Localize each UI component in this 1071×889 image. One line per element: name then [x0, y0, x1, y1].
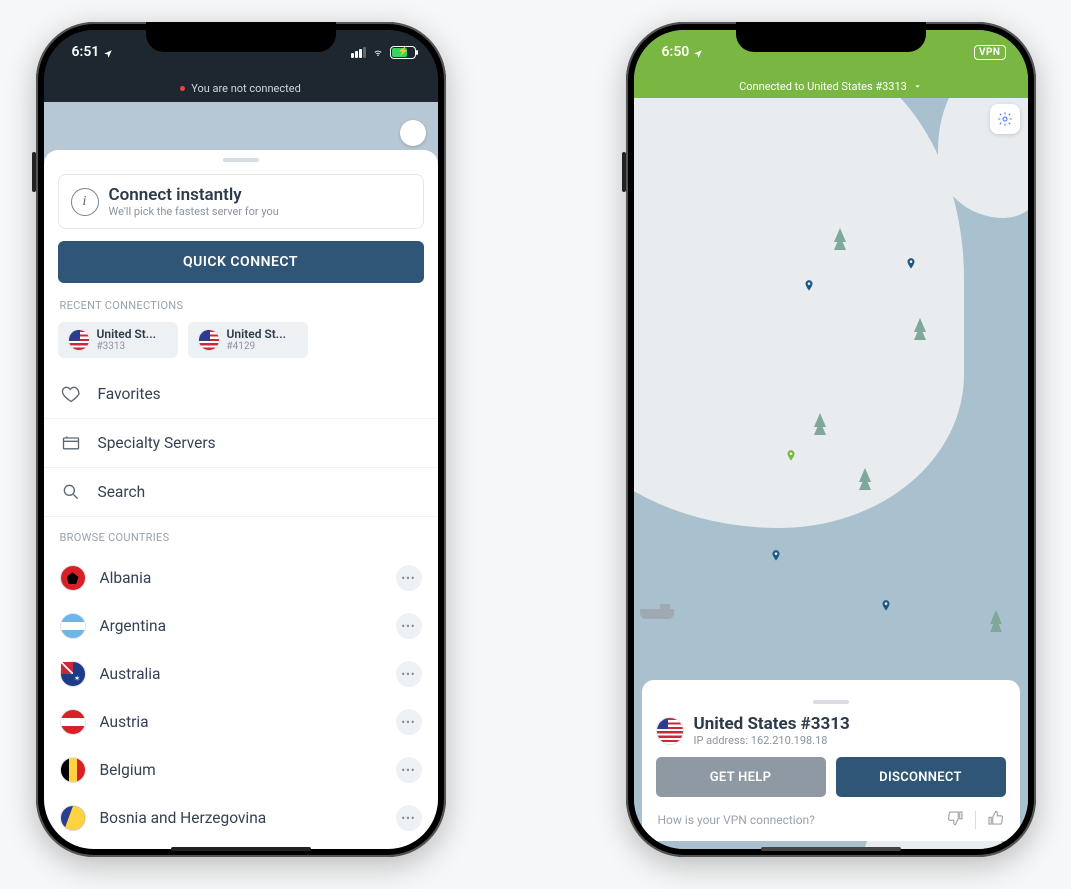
map-pin-active-icon[interactable]: [784, 448, 798, 462]
country-name: Belgium: [100, 761, 382, 779]
chevron-down-icon: [913, 82, 922, 91]
recent-heading: RECENT CONNECTIONS: [60, 299, 422, 312]
drag-handle[interactable]: [813, 700, 849, 704]
more-button[interactable]: •••: [396, 613, 422, 639]
phone-right: 6:50 VPN Connected to United States #331…: [626, 22, 1036, 857]
more-button[interactable]: •••: [396, 661, 422, 687]
more-button[interactable]: •••: [396, 757, 422, 783]
flag-al-icon: [60, 565, 86, 591]
country-name: Albania: [100, 569, 382, 587]
map-pin-icon[interactable]: [879, 598, 893, 612]
search-icon: [60, 481, 82, 503]
status-time: 6:50: [662, 44, 690, 60]
country-name: Bosnia and Herzegovina: [100, 809, 382, 827]
recent-chip[interactable]: United St...#4129: [188, 322, 308, 358]
connect-title: Connect instantly: [109, 185, 279, 205]
map-pin-icon[interactable]: [802, 278, 816, 292]
wifi-icon: [370, 46, 386, 58]
specialty-row[interactable]: Specialty Servers: [44, 419, 438, 468]
connection-status-banner: You are not connected: [44, 74, 438, 102]
settings-button[interactable]: [990, 104, 1020, 134]
connection-status-banner[interactable]: Connected to United States #3313: [634, 74, 1028, 98]
get-help-button[interactable]: GET HELP: [656, 757, 826, 797]
location-icon: [103, 47, 113, 57]
search-row[interactable]: Search: [44, 468, 438, 517]
more-button[interactable]: •••: [396, 805, 422, 831]
quick-connect-button[interactable]: QUICK CONNECT: [58, 241, 424, 283]
drag-handle[interactable]: [223, 158, 259, 162]
server-name: United States #3313: [694, 714, 850, 734]
bottom-sheet: i Connect instantly We'll pick the faste…: [44, 150, 438, 849]
vpn-badge: VPN: [974, 45, 1006, 60]
country-row[interactable]: Belgium •••: [44, 746, 438, 794]
status-time: 6:51: [72, 44, 100, 60]
info-icon: i: [71, 188, 99, 216]
browse-heading: BROWSE COUNTRIES: [60, 531, 422, 544]
map-pin-icon[interactable]: [769, 548, 783, 562]
favorites-row[interactable]: Favorites: [44, 370, 438, 419]
thumbs-down-button[interactable]: [947, 809, 965, 831]
battery-icon: ⚡: [390, 46, 416, 59]
flag-ar-icon: [60, 613, 86, 639]
recent-chip[interactable]: United St...#3313: [58, 322, 178, 358]
country-name: Australia: [100, 665, 382, 683]
connect-sub: We'll pick the fastest server for you: [109, 205, 279, 218]
folder-icon: [60, 432, 82, 454]
country-row[interactable]: Bosnia and Herzegovina •••: [44, 794, 438, 842]
country-row[interactable]: Austria •••: [44, 698, 438, 746]
country-name: Austria: [100, 713, 382, 731]
flag-au-icon: [60, 661, 86, 687]
connection-panel: United States #3313 IP address: 162.210.…: [642, 680, 1020, 841]
map-pin-icon[interactable]: [904, 256, 918, 270]
flag-at-icon: [60, 709, 86, 735]
flag-be-icon: [60, 757, 86, 783]
feedback-question: How is your VPN connection?: [658, 813, 815, 827]
flag-us-icon: [656, 717, 684, 745]
flag-ba-icon: [60, 805, 86, 831]
country-name: Argentina: [100, 617, 382, 635]
country-row[interactable]: Argentina •••: [44, 602, 438, 650]
more-button[interactable]: •••: [396, 565, 422, 591]
thumbs-up-button[interactable]: [986, 809, 1004, 831]
status-dot-icon: [180, 86, 185, 91]
heart-icon: [60, 383, 82, 405]
more-button[interactable]: •••: [396, 709, 422, 735]
server-ip: IP address: 162.210.198.18: [694, 734, 850, 747]
country-row[interactable]: Australia •••: [44, 650, 438, 698]
ship-icon: [640, 609, 674, 619]
flag-us-icon: [68, 329, 90, 351]
cellular-icon: [351, 47, 366, 58]
disconnect-button[interactable]: DISCONNECT: [836, 757, 1006, 797]
flag-us-icon: [198, 329, 220, 351]
connect-card: i Connect instantly We'll pick the faste…: [58, 174, 424, 229]
country-row[interactable]: Albania •••: [44, 554, 438, 602]
phone-left: 6:51 ⚡ You are not connected i: [36, 22, 446, 857]
location-icon: [693, 47, 703, 57]
